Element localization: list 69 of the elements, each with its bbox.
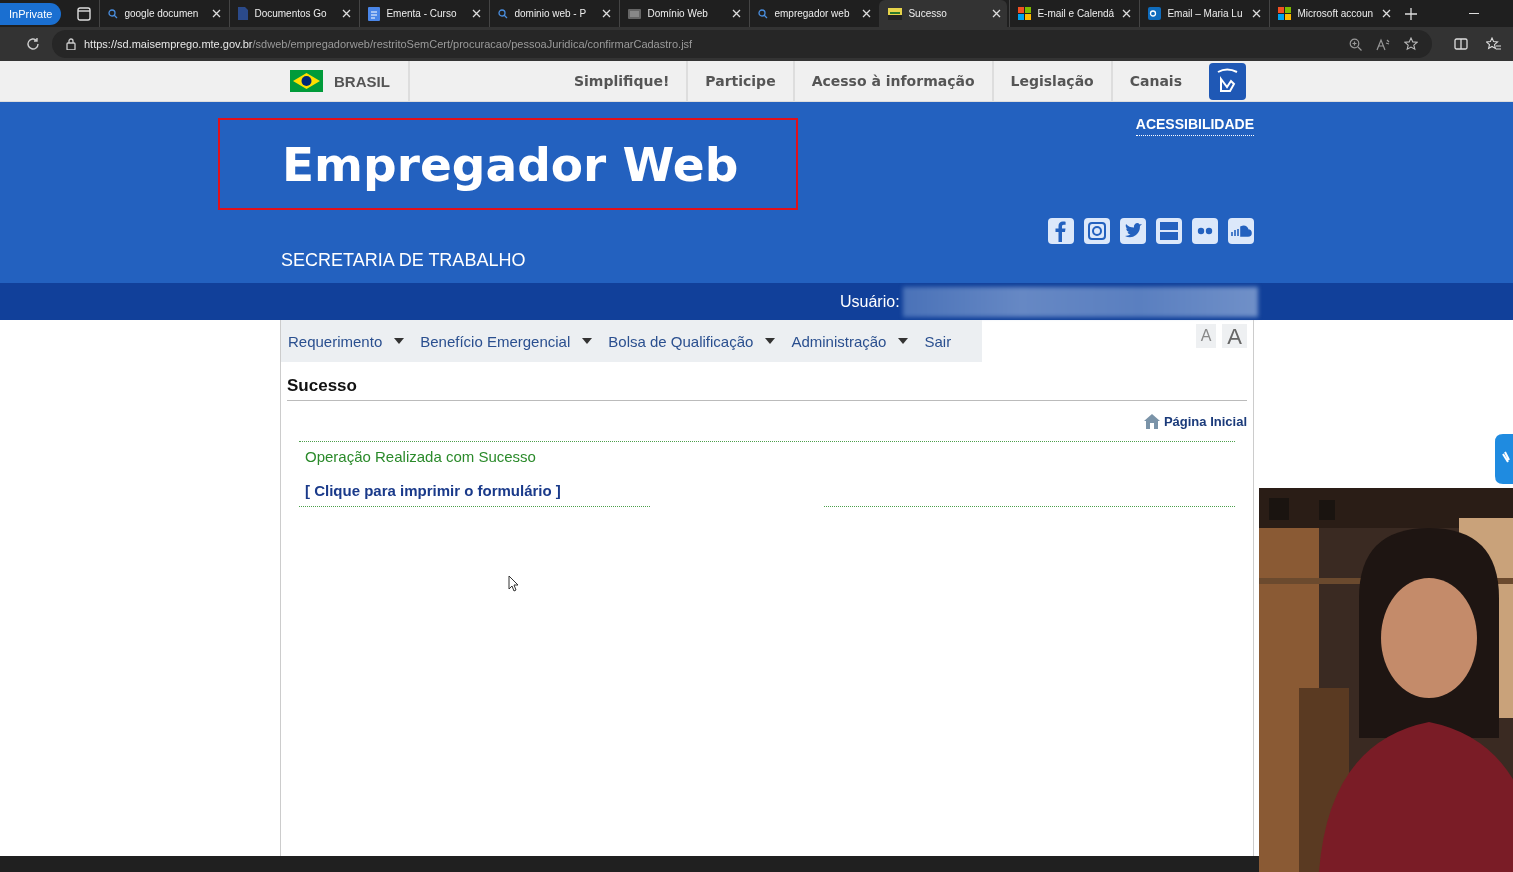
menu-item[interactable]: Benefício Emergencial [415,332,604,350]
page-heading: Sucesso [287,362,1247,401]
menu-item[interactable]: Sair [919,332,957,350]
read-aloud-icon[interactable] [1376,37,1390,51]
country-label[interactable]: BRASIL [334,72,390,90]
accessibility-tab-icon[interactable] [1495,434,1513,484]
menu-item[interactable]: Administração [786,332,920,350]
search-icon [498,8,509,19]
facebook-icon[interactable] [1048,218,1074,244]
search-icon [108,8,119,19]
tab-title: google documen [124,8,200,19]
print-form-link[interactable]: [ Clique para imprimir o formulário ] [305,482,561,499]
increase-font-button[interactable]: A [1222,324,1247,348]
close-icon[interactable] [862,9,872,18]
tab-title: Ementa - Curso [386,8,458,19]
accessibility-link[interactable]: ACESSIBILIDADE [1135,116,1254,136]
inprivate-badge[interactable]: InPrivate [0,2,62,25]
tab-title: Sucesso [908,8,948,19]
menu-item[interactable]: Bolsa de Qualificação [603,332,787,350]
tab-title: Documentos Go [254,8,328,19]
zoom-icon[interactable] [1349,37,1362,51]
url-text: https://sd.maisemprego.mte.gov.br/sdweb/empregadorweb/restritoSemCert/procuracao/pessoaJuridica/confirmarCadastro.jsf [84,38,693,50]
success-message: Operação Realizada com Sucesso [305,448,537,465]
site-title: Empregador Web [282,136,739,192]
site-subtitle: SECRETARIA DE TRABALHO [281,250,527,271]
browser-tab[interactable]: Sucesso [879,0,1008,27]
new-tab-icon[interactable] [1405,7,1418,20]
cloud-icon[interactable] [1228,218,1254,244]
close-icon[interactable] [1252,9,1262,18]
address-field[interactable]: https://sd.maisemprego.mte.gov.br/sdweb/empregadorweb/restritoSemCert/procuracao/pessoaJuridica/confirmarCadastro.jsf [52,30,1432,58]
tab-title: Email – Maria Lu [1167,8,1244,19]
close-icon[interactable] [342,9,352,18]
close-icon[interactable] [1122,9,1132,18]
favorites-icon[interactable] [1486,37,1501,51]
close-icon[interactable] [1382,9,1392,18]
menu-item[interactable]: Requerimento [283,332,416,350]
refresh-icon[interactable] [26,37,40,51]
flag-icon [290,70,323,92]
instagram-icon[interactable] [1084,218,1110,244]
star-icon[interactable] [1404,37,1418,51]
home-icon [1143,413,1160,429]
windows-logo-icon [1278,7,1292,20]
split-screen-icon[interactable] [1454,38,1468,50]
close-icon[interactable] [602,9,612,18]
close-icon[interactable] [732,9,742,18]
close-icon[interactable] [472,9,482,18]
windows-logo-icon [1018,7,1032,20]
site-logo-icon [888,7,903,20]
search-icon [758,8,769,19]
tab-title: empregador web [774,8,851,19]
nav-link[interactable]: Canais [1112,61,1199,101]
home-link[interactable]: Página Inicial [1143,413,1247,429]
close-icon[interactable] [212,9,222,18]
tab-title: Domínio Web [647,8,709,19]
document-icon [368,6,381,21]
tab-title: E-mail e Calendá [1037,8,1116,19]
flickr-icon[interactable] [1192,218,1218,244]
minimize-icon[interactable] [1469,12,1479,15]
close-icon[interactable] [992,9,1002,18]
tab-title: dominio web - P [514,8,588,19]
mouse-cursor-icon [508,575,519,592]
document-icon [238,7,249,20]
twitter-icon[interactable] [1120,218,1146,244]
lock-icon [66,38,76,50]
page-icon [628,8,642,19]
mail-app-icon [1148,7,1162,20]
tab-title: Microsoft accoun [1297,8,1374,19]
user-label: Usuário: [840,292,900,311]
tab-actions-icon[interactable] [77,6,92,21]
